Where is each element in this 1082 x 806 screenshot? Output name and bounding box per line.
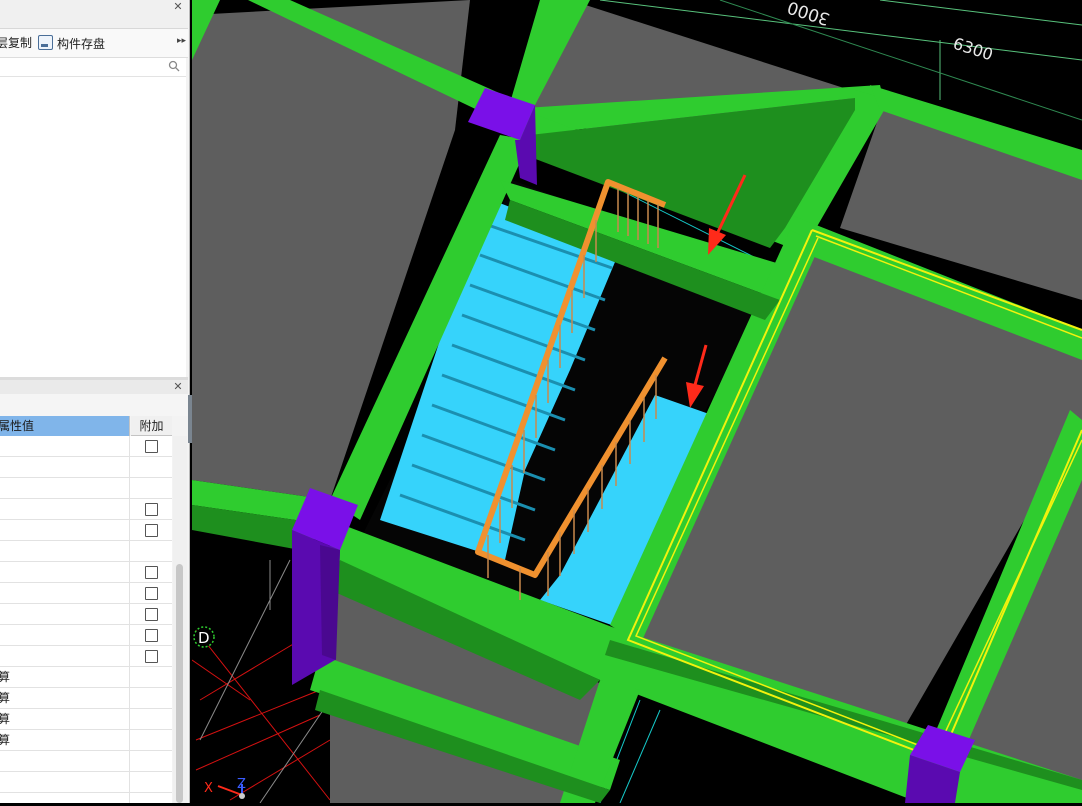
property-add-cell bbox=[131, 625, 172, 645]
property-pane-toolbar bbox=[0, 394, 188, 416]
property-add-cell bbox=[131, 478, 172, 498]
property-add-cell bbox=[131, 730, 172, 750]
property-row[interactable] bbox=[0, 751, 172, 772]
component-tree[interactable] bbox=[0, 77, 186, 377]
property-row[interactable]: 算 bbox=[0, 688, 172, 709]
property-value-cell[interactable] bbox=[0, 604, 130, 624]
property-scrollbar[interactable] bbox=[173, 436, 187, 803]
property-row[interactable] bbox=[0, 478, 172, 499]
property-value-cell[interactable] bbox=[0, 520, 130, 540]
property-row[interactable] bbox=[0, 604, 172, 625]
property-value-cell[interactable]: 算 bbox=[0, 709, 130, 729]
left-panel: ✕ 层复制 构件存盘 ▸▸ ✕ 属性值 附加 算算算算 bbox=[0, 0, 190, 803]
property-value-cell[interactable] bbox=[0, 793, 130, 803]
property-value-cell[interactable] bbox=[0, 625, 130, 645]
property-row[interactable] bbox=[0, 436, 172, 457]
property-add-cell bbox=[131, 751, 172, 771]
property-add-cell bbox=[131, 688, 172, 708]
property-add-cell bbox=[131, 646, 172, 666]
model-scene: 3000 6300 D X Z bbox=[191, 0, 1082, 804]
add-checkbox[interactable] bbox=[145, 650, 158, 663]
scrollbar-thumb[interactable] bbox=[176, 564, 183, 803]
property-value-cell[interactable] bbox=[0, 499, 130, 519]
add-checkbox[interactable] bbox=[145, 524, 158, 537]
property-row[interactable] bbox=[0, 541, 172, 562]
property-row[interactable]: 算 bbox=[0, 667, 172, 688]
property-add-cell bbox=[131, 583, 172, 603]
property-add-cell bbox=[131, 457, 172, 477]
property-row[interactable] bbox=[0, 772, 172, 793]
add-checkbox[interactable] bbox=[145, 440, 158, 453]
add-checkbox[interactable] bbox=[145, 587, 158, 600]
more-icon[interactable]: ▸▸ bbox=[177, 36, 186, 46]
property-table: 算算算算 bbox=[0, 436, 172, 803]
component-toolbar: 层复制 构件存盘 ▸▸ bbox=[0, 29, 188, 58]
property-add-cell bbox=[131, 793, 172, 803]
property-add-cell bbox=[131, 520, 172, 540]
property-add-cell bbox=[131, 499, 172, 519]
close-icon[interactable]: ✕ bbox=[172, 380, 184, 394]
property-row[interactable]: 算 bbox=[0, 730, 172, 751]
search-input[interactable] bbox=[0, 58, 186, 77]
property-value-cell[interactable]: 算 bbox=[0, 730, 130, 750]
property-add-cell bbox=[131, 604, 172, 624]
property-add-cell bbox=[131, 667, 172, 687]
property-row[interactable] bbox=[0, 793, 172, 803]
search-icon[interactable] bbox=[168, 60, 180, 72]
property-value-cell[interactable] bbox=[0, 646, 130, 666]
property-value-cell[interactable] bbox=[0, 541, 130, 561]
property-row[interactable] bbox=[0, 520, 172, 541]
property-row[interactable] bbox=[0, 499, 172, 520]
property-value-cell[interactable] bbox=[0, 457, 130, 477]
axis-z-label: Z bbox=[237, 777, 246, 792]
property-row[interactable] bbox=[0, 583, 172, 604]
component-pane-titlebar: ✕ bbox=[0, 0, 188, 29]
property-row[interactable] bbox=[0, 562, 172, 583]
property-value-cell[interactable] bbox=[0, 562, 130, 582]
3d-viewport[interactable]: 3000 6300 D X Z bbox=[191, 0, 1082, 804]
property-add-cell bbox=[131, 772, 172, 792]
property-value-cell[interactable] bbox=[0, 751, 130, 771]
property-table-header: 属性值 附加 bbox=[0, 416, 172, 436]
property-value-cell[interactable] bbox=[0, 436, 130, 456]
axis-marker: D bbox=[193, 626, 215, 648]
property-pane-titlebar: ✕ bbox=[0, 380, 188, 395]
property-add-cell bbox=[131, 436, 172, 456]
add-checkbox[interactable] bbox=[145, 608, 158, 621]
property-value-cell[interactable] bbox=[0, 772, 130, 792]
property-add-cell bbox=[131, 562, 172, 582]
add-checkbox[interactable] bbox=[145, 629, 158, 642]
axis-x-label: X bbox=[204, 781, 213, 796]
add-checkbox[interactable] bbox=[145, 566, 158, 579]
property-value-cell[interactable]: 算 bbox=[0, 667, 130, 687]
add-checkbox[interactable] bbox=[145, 503, 158, 516]
property-row[interactable] bbox=[0, 625, 172, 646]
property-value-cell[interactable] bbox=[0, 478, 130, 498]
property-row[interactable] bbox=[0, 457, 172, 478]
property-row[interactable]: 算 bbox=[0, 709, 172, 730]
property-value-cell[interactable] bbox=[0, 583, 130, 603]
header-add: 附加 bbox=[131, 416, 172, 436]
close-icon[interactable]: ✕ bbox=[172, 0, 184, 14]
save-icon bbox=[38, 35, 53, 50]
axis-marker-label: D bbox=[198, 629, 210, 647]
property-add-cell bbox=[131, 541, 172, 561]
copy-button[interactable]: 层复制 bbox=[0, 35, 32, 51]
property-value-cell[interactable]: 算 bbox=[0, 688, 130, 708]
header-property-value: 属性值 bbox=[0, 416, 130, 436]
save-component-button[interactable]: 构件存盘 bbox=[38, 35, 105, 51]
property-row[interactable] bbox=[0, 646, 172, 667]
property-add-cell bbox=[131, 709, 172, 729]
